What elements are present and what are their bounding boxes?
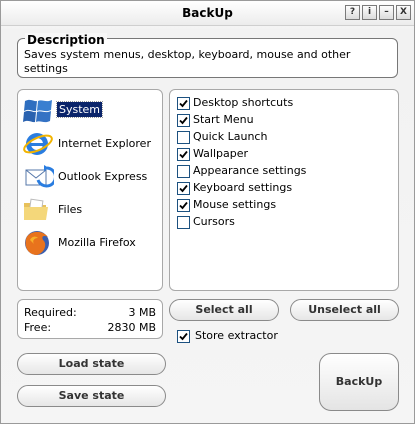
store-extractor-label: Store extractor [195, 329, 278, 342]
checkbox-mouse-settings[interactable] [177, 199, 190, 212]
option-keyboard-settings[interactable]: Keyboard settings [177, 181, 387, 197]
settings-checklist: Desktop shortcuts Start Menu Quick Launc… [169, 89, 399, 291]
space-stats: Required: 3 MB Free: 2830 MB [17, 299, 163, 339]
app-item-files[interactable]: Files [22, 195, 158, 225]
checkbox-wallpaper[interactable] [177, 148, 190, 161]
store-extractor-option[interactable]: Store extractor [177, 329, 357, 345]
app-label-mozilla-firefox: Mozilla Firefox [58, 236, 136, 249]
option-label: Desktop shortcuts [193, 96, 294, 109]
option-label: Cursors [193, 215, 235, 228]
app-item-outlook-express[interactable]: Outlook Express [22, 162, 158, 192]
checkbox-keyboard-settings[interactable] [177, 182, 190, 195]
description-text: Saves system menus, desktop, keyboard, m… [24, 48, 351, 75]
option-appearance-settings[interactable]: Appearance settings [177, 164, 387, 180]
backup-button[interactable]: BackUp [319, 353, 399, 411]
backup-button-label: BackUp [335, 375, 383, 388]
option-label: Wallpaper [193, 147, 249, 160]
app-label-files: Files [58, 203, 83, 216]
internet-explorer-icon [22, 129, 54, 159]
windows-flag-icon [22, 96, 54, 126]
outlook-express-icon [22, 162, 57, 192]
select-all-label: Select all [195, 303, 253, 316]
option-mouse-settings[interactable]: Mouse settings [177, 198, 387, 214]
option-label: Start Menu [193, 113, 254, 126]
unselect-all-label: Unselect all [308, 303, 381, 316]
load-state-button[interactable]: Load state [17, 353, 166, 375]
option-label: Mouse settings [193, 198, 277, 211]
required-label: Required: [24, 306, 77, 319]
free-value: 2830 MB [107, 321, 156, 334]
required-row: Required: 3 MB [24, 306, 156, 320]
description-box: Description Saves system menus, desktop,… [17, 33, 398, 78]
app-item-system[interactable]: System [22, 96, 158, 126]
save-state-button[interactable]: Save state [17, 385, 166, 407]
checkbox-cursors[interactable] [177, 216, 190, 229]
close-button[interactable]: X [396, 5, 411, 20]
option-label: Keyboard settings [193, 181, 293, 194]
unselect-all-button[interactable]: Unselect all [290, 299, 399, 321]
app-item-mozilla-firefox[interactable]: Mozilla Firefox [22, 228, 158, 258]
select-all-button[interactable]: Select all [169, 299, 279, 321]
app-label-outlook-express: Outlook Express [58, 170, 148, 183]
app-label-system: System [55, 101, 104, 118]
help-button[interactable]: ? [345, 5, 360, 20]
option-wallpaper[interactable]: Wallpaper [177, 147, 387, 163]
description-heading: Description [25, 33, 107, 47]
folder-icon [22, 195, 54, 225]
checkbox-quick-launch[interactable] [177, 131, 190, 144]
firefox-icon [22, 228, 54, 258]
info-button[interactable]: i [362, 5, 377, 20]
backup-window: BackUp ? i – X Description Saves system … [0, 0, 415, 424]
checkbox-store-extractor[interactable] [177, 330, 190, 343]
option-start-menu[interactable]: Start Menu [177, 113, 387, 129]
checkbox-start-menu[interactable] [177, 114, 190, 127]
option-label: Quick Launch [193, 130, 268, 143]
option-label: Appearance settings [193, 164, 307, 177]
load-state-label: Load state [58, 357, 125, 370]
option-quick-launch[interactable]: Quick Launch [177, 130, 387, 146]
option-cursors[interactable]: Cursors [177, 215, 387, 231]
required-value: 3 MB [128, 306, 156, 319]
title-bar: BackUp ? i – X [1, 1, 414, 26]
save-state-label: Save state [58, 389, 125, 402]
checkbox-appearance-settings[interactable] [177, 165, 190, 178]
app-item-internet-explorer[interactable]: Internet Explorer [22, 129, 158, 159]
free-row: Free: 2830 MB [24, 321, 156, 335]
minimize-button[interactable]: – [379, 5, 394, 20]
app-label-internet-explorer: Internet Explorer [58, 137, 151, 150]
checkbox-desktop-shortcuts[interactable] [177, 97, 190, 110]
application-list: System Internet Explorer Outlook Express… [17, 89, 163, 291]
free-label: Free: [24, 321, 52, 334]
option-desktop-shortcuts[interactable]: Desktop shortcuts [177, 96, 387, 112]
